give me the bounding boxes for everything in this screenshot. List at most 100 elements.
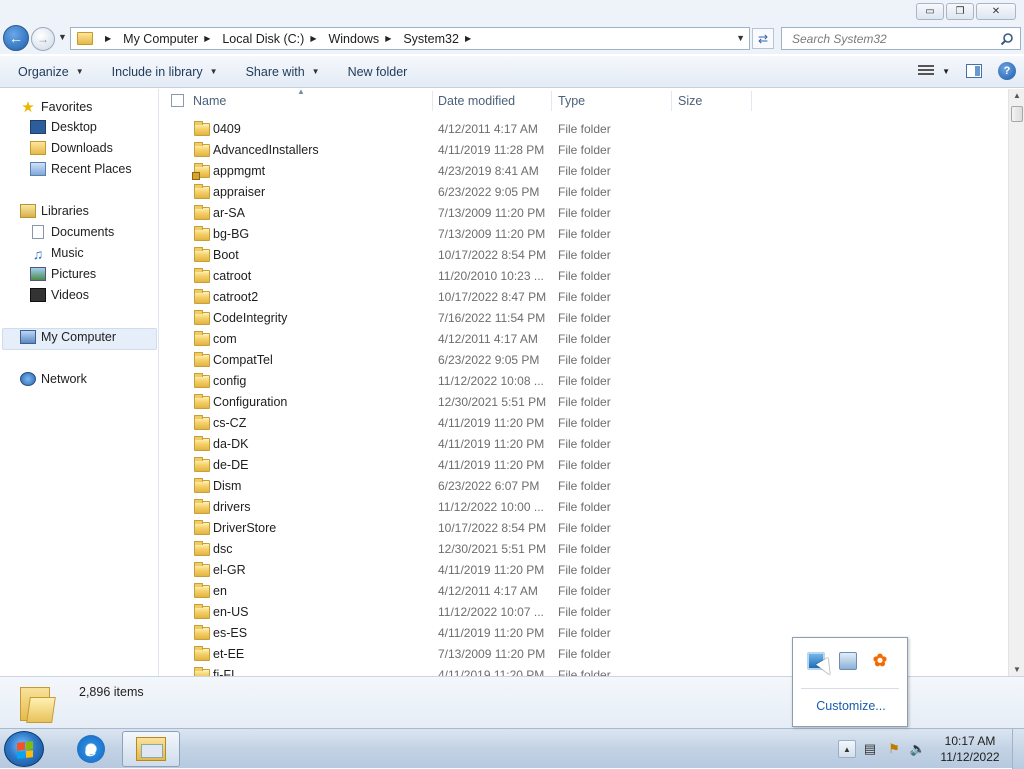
column-header-name[interactable]: Name	[193, 89, 433, 113]
nav-recent-places[interactable]: Recent Places	[30, 162, 132, 176]
file-date-modified: 11/12/2022 10:00 ...	[438, 500, 544, 514]
nav-favorites[interactable]: ★ Favorites	[20, 98, 92, 116]
file-type: File folder	[558, 563, 611, 577]
file-row[interactable]: 0409 4/12/2011 4:17 AM File folder	[160, 119, 1008, 140]
column-header-type[interactable]: Type	[558, 89, 670, 113]
customize-link[interactable]: Customize...	[793, 699, 909, 713]
file-row[interactable]: CompatTel 6/23/2022 9:05 PM File folder	[160, 350, 1008, 371]
nav-music[interactable]: ♫ Music	[30, 246, 84, 262]
breadcrumb-system32[interactable]: System32 ▶	[403, 32, 479, 46]
file-row[interactable]: catroot2 10/17/2022 8:47 PM File folder	[160, 287, 1008, 308]
search-input[interactable]	[790, 30, 990, 47]
start-button[interactable]	[4, 731, 44, 767]
forward-button[interactable]: →	[31, 27, 55, 51]
include-in-library-button[interactable]: Include in library ▼	[94, 65, 228, 79]
folder-icon	[194, 625, 210, 640]
update-tray-icon[interactable]	[839, 652, 857, 670]
search-icon[interactable]	[1000, 32, 1014, 46]
column-header-size[interactable]: Size	[678, 89, 752, 113]
file-type: File folder	[558, 626, 611, 640]
file-row[interactable]: appmgmt 4/23/2019 8:41 AM File folder	[160, 161, 1008, 182]
column-divider[interactable]	[671, 91, 672, 111]
file-row[interactable]: el-GR 4/11/2019 11:20 PM File folder	[160, 560, 1008, 581]
file-row[interactable]: da-DK 4/11/2019 11:20 PM File folder	[160, 434, 1008, 455]
file-type: File folder	[558, 500, 611, 514]
network-tray-icon[interactable]: ▤	[862, 741, 878, 757]
nav-network[interactable]: Network	[20, 372, 87, 386]
change-view-button[interactable]: ▼	[918, 65, 950, 77]
file-row[interactable]: Boot 10/17/2022 8:54 PM File folder	[160, 245, 1008, 266]
back-button[interactable]: ←	[3, 25, 29, 51]
file-row[interactable]: dsc 12/30/2021 5:51 PM File folder	[160, 539, 1008, 560]
nav-libraries[interactable]: Libraries	[20, 204, 89, 218]
recent-pages-dropdown[interactable]: ▼	[58, 32, 67, 42]
file-row[interactable]: cs-CZ 4/11/2019 11:20 PM File folder	[160, 413, 1008, 434]
chevron-right-icon[interactable]: ▶	[385, 34, 391, 43]
close-button[interactable]: ✕	[976, 3, 1016, 20]
taskbar-windows-explorer[interactable]	[122, 731, 180, 767]
chevron-right-icon[interactable]: ▶	[465, 34, 471, 43]
file-name: fi-FI	[213, 668, 235, 676]
file-name: ar-SA	[213, 206, 245, 220]
file-row[interactable]: drivers 11/12/2022 10:00 ... File folder	[160, 497, 1008, 518]
file-date-modified: 10/17/2022 8:54 PM	[438, 521, 547, 535]
maximize-button[interactable]: ❐	[946, 3, 974, 20]
nav-documents[interactable]: Documents	[30, 225, 114, 239]
vertical-scrollbar[interactable]: ▲ ▼	[1008, 89, 1024, 676]
file-row[interactable]: ar-SA 7/13/2009 11:20 PM File folder	[160, 203, 1008, 224]
file-row[interactable]: Configuration 12/30/2021 5:51 PM File fold…	[160, 392, 1008, 413]
show-hidden-icons-button[interactable]: ▲	[838, 740, 856, 758]
breadcrumb-separator[interactable]: ▶	[99, 34, 119, 43]
scroll-down-icon[interactable]: ▼	[1013, 665, 1021, 674]
file-row[interactable]: Dism 6/23/2022 6:07 PM File folder	[160, 476, 1008, 497]
chevron-right-icon[interactable]: ▶	[204, 34, 210, 43]
clock[interactable]: 10:17 AM 11/12/2022	[934, 733, 1006, 765]
nav-desktop[interactable]: Desktop	[30, 120, 97, 134]
file-row[interactable]: de-DE 4/11/2019 11:20 PM File folder	[160, 455, 1008, 476]
file-row[interactable]: com 4/12/2011 4:17 AM File folder	[160, 329, 1008, 350]
show-desktop-button[interactable]	[1012, 729, 1024, 769]
folder-icon	[194, 562, 210, 577]
nav-my-computer[interactable]: My Computer	[20, 330, 116, 344]
nav-pictures[interactable]: Pictures	[30, 267, 96, 281]
help-icon[interactable]: ?	[998, 62, 1016, 80]
share-with-button[interactable]: Share with ▼	[228, 65, 330, 79]
taskbar-internet-explorer[interactable]: e	[62, 731, 120, 767]
scroll-up-icon[interactable]: ▲	[1013, 91, 1021, 100]
address-bar[interactable]: ▶ My Computer ▶ Local Disk (C:) ▶ Windows ▶…	[70, 27, 750, 50]
file-row[interactable]: en 4/12/2011 4:17 AM File folder	[160, 581, 1008, 602]
action-center-flag-icon[interactable]: ⚑	[886, 741, 902, 757]
file-row[interactable]: CodeIntegrity 7/16/2022 11:54 PM File fold…	[160, 308, 1008, 329]
refresh-button[interactable]: ⇄	[752, 28, 774, 49]
breadcrumb-local-disk[interactable]: Local Disk (C:) ▶	[222, 32, 324, 46]
file-row[interactable]: config 11/12/2022 10:08 ... File folder	[160, 371, 1008, 392]
folder-icon	[194, 268, 210, 283]
file-row[interactable]: catroot 11/20/2010 10:23 ... File folder	[160, 266, 1008, 287]
volume-icon[interactable]: 🔈	[910, 741, 926, 757]
search-box[interactable]	[781, 27, 1021, 50]
file-row[interactable]: AdvancedInstallers 4/11/2019 11:28 PM File…	[160, 140, 1008, 161]
chevron-right-icon[interactable]: ▶	[310, 34, 316, 43]
new-folder-button[interactable]: New folder	[330, 65, 418, 79]
column-divider[interactable]	[551, 91, 552, 111]
breadcrumb-my-computer[interactable]: My Computer ▶	[123, 32, 218, 46]
minimize-button[interactable]: ▭	[916, 3, 944, 20]
preview-pane-button[interactable]	[966, 64, 982, 78]
column-divider[interactable]	[432, 91, 433, 111]
scroll-thumb[interactable]	[1011, 106, 1023, 122]
organize-button[interactable]: Organize ▼	[0, 65, 94, 79]
file-name: CodeIntegrity	[213, 311, 288, 325]
nav-downloads[interactable]: Downloads	[30, 141, 113, 155]
column-header-date-modified[interactable]: Date modified	[438, 89, 550, 113]
file-row[interactable]: en-US 11/12/2022 10:07 ... File folder	[160, 602, 1008, 623]
file-row[interactable]: appraiser 6/23/2022 9:05 PM File folder	[160, 182, 1008, 203]
file-row[interactable]: bg-BG 7/13/2009 11:20 PM File folder	[160, 224, 1008, 245]
column-divider[interactable]	[751, 91, 752, 111]
address-dropdown-icon[interactable]: ▼	[736, 33, 745, 43]
select-all-checkbox[interactable]	[171, 94, 184, 107]
file-row[interactable]: DriverStore 10/17/2022 8:54 PM File folder	[160, 518, 1008, 539]
file-name: catroot	[213, 269, 252, 283]
nav-videos[interactable]: Videos	[30, 288, 89, 302]
avast-antivirus-icon[interactable]: ✿	[871, 651, 889, 670]
breadcrumb-windows[interactable]: Windows ▶	[328, 32, 399, 46]
